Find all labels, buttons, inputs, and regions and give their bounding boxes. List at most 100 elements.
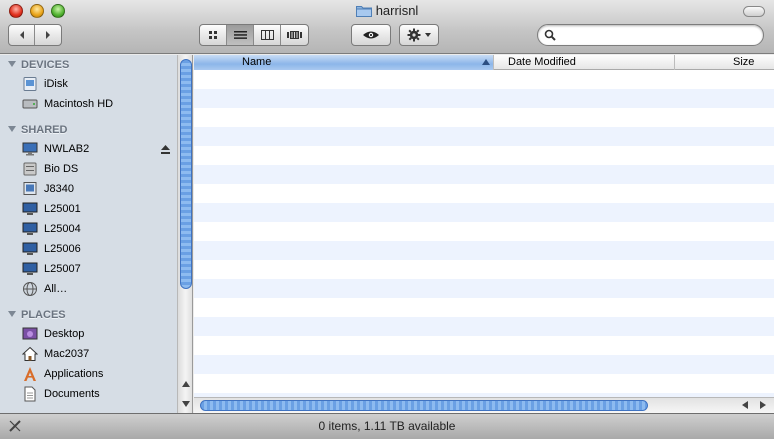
scroll-left-arrow-icon[interactable] (742, 401, 748, 409)
scroll-up-arrow-icon[interactable] (182, 381, 190, 387)
network-computer-icon (23, 182, 37, 195)
gear-icon (407, 28, 420, 42)
back-button[interactable] (9, 25, 36, 45)
column-header-size[interactable]: Size (675, 55, 774, 70)
sidebar-item-label: iDisk (44, 78, 68, 90)
coverflow-view-icon (286, 31, 302, 39)
eye-icon (363, 31, 379, 39)
sidebar-item-l25004[interactable]: L25004 (22, 219, 177, 239)
home-icon (22, 346, 38, 361)
sidebar-item-desktop[interactable]: Desktop (22, 324, 177, 344)
column-view-button[interactable] (254, 25, 281, 45)
display-icon (22, 242, 38, 255)
column-header-name[interactable]: Name (194, 55, 494, 70)
sidebar: DEVICES iDisk Macintosh HD SHARED NWLAB2… (0, 55, 193, 413)
action-menu-face[interactable] (400, 25, 438, 45)
sidebar-item-idisk[interactable]: iDisk (22, 74, 177, 94)
server-icon (23, 162, 37, 176)
sidebar-item-label: Documents (44, 388, 100, 400)
sort-ascending-icon (482, 59, 490, 65)
disclosure-triangle-icon (8, 311, 16, 317)
sidebar-item-label: L25007 (44, 263, 81, 275)
file-list-rows[interactable] (194, 70, 774, 398)
view-mode-control (199, 24, 309, 46)
display-icon (22, 202, 38, 215)
sidebar-item-label: Desktop (44, 328, 85, 340)
toolbar-toggle-button[interactable] (743, 6, 765, 17)
desktop-icon (22, 327, 38, 340)
sidebar-section-places[interactable]: PLACES (8, 309, 66, 321)
section-label: DEVICES (21, 59, 70, 71)
sidebar-item-documents[interactable]: Documents (22, 384, 177, 404)
list-view-button[interactable] (227, 25, 254, 45)
sidebar-item-macintosh-hd[interactable]: Macintosh HD (22, 94, 177, 114)
action-menu-button[interactable] (399, 24, 439, 46)
quicklook-button[interactable] (351, 24, 391, 46)
column-label: Size (733, 56, 755, 68)
sidebar-section-shared[interactable]: SHARED (8, 124, 67, 136)
coverflow-view-button[interactable] (281, 25, 308, 45)
sidebar-item-label: Bio DS (44, 163, 79, 175)
icon-view-icon (208, 31, 217, 39)
sidebar-scroll-thumb[interactable] (180, 59, 192, 289)
search-icon (544, 29, 556, 41)
documents-icon (24, 386, 36, 402)
search-field[interactable] (537, 24, 764, 46)
sidebar-item-j8340[interactable]: J8340 (22, 179, 177, 199)
sidebar-section-devices[interactable]: DEVICES (8, 59, 69, 71)
search-input[interactable] (560, 27, 755, 43)
sidebar-item-nwlab2[interactable]: NWLAB2 (22, 139, 177, 159)
chevron-down-icon (424, 33, 431, 37)
window-title-text: harrisnl (375, 3, 419, 18)
sidebar-item-l25001[interactable]: L25001 (22, 199, 177, 219)
forward-button[interactable] (35, 25, 61, 45)
sidebar-item-all[interactable]: All… (22, 279, 177, 299)
network-computer-icon (22, 142, 38, 156)
scroll-down-arrow-icon[interactable] (182, 401, 190, 407)
column-view-icon (260, 30, 274, 40)
sidebar-item-label: Applications (44, 368, 104, 380)
sidebar-item-l25007[interactable]: L25007 (22, 259, 177, 279)
eject-icon[interactable] (160, 144, 171, 155)
pencil-crossed-icon (9, 420, 21, 432)
display-icon (22, 222, 38, 235)
section-label: PLACES (21, 309, 66, 321)
sidebar-item-label: L25006 (44, 243, 81, 255)
sidebar-item-label: All… (44, 283, 68, 295)
window-title: harrisnl (0, 3, 774, 18)
idisk-icon (23, 77, 37, 91)
horizontal-scroll-thumb[interactable] (200, 400, 648, 411)
network-globe-icon (23, 282, 37, 296)
quicklook-button-face[interactable] (352, 25, 390, 45)
status-text: 0 items, 1.11 TB available (318, 419, 456, 433)
column-label: Name (242, 56, 272, 68)
disclosure-triangle-icon (8, 126, 16, 132)
sidebar-item-applications[interactable]: Applications (22, 364, 177, 384)
sidebar-item-label: Macintosh HD (44, 98, 114, 110)
icon-view-button[interactable] (200, 25, 227, 45)
disclosure-triangle-icon (8, 61, 16, 67)
horizontal-scrollbar[interactable] (194, 397, 774, 413)
column-label: Date Modified (508, 56, 576, 68)
file-list: Name Date Modified Size (194, 55, 774, 413)
column-header-date-modified[interactable]: Date Modified (494, 55, 675, 70)
finder-window: harrisnl DEVICES iDisk Macintosh HD SHAR… (0, 0, 774, 439)
back-forward-control (8, 24, 62, 46)
scroll-right-arrow-icon[interactable] (760, 401, 766, 409)
chevron-right-icon (46, 31, 50, 39)
sidebar-item-label: Mac2037 (44, 348, 90, 360)
section-label: SHARED (21, 124, 68, 136)
sidebar-item-mac2037[interactable]: Mac2037 (22, 344, 177, 364)
sidebar-item-l25006[interactable]: L25006 (22, 239, 177, 259)
applications-icon (24, 367, 36, 381)
column-header-row: Name Date Modified Size (194, 55, 774, 70)
sidebar-item-label: NWLAB2 (44, 143, 90, 155)
sidebar-item-bio-ds[interactable]: Bio DS (22, 159, 177, 179)
toolbar: harrisnl (0, 0, 774, 54)
sidebar-scrollbar[interactable] (177, 55, 192, 413)
sidebar-item-label: J8340 (44, 183, 74, 195)
status-bar: 0 items, 1.11 TB available (0, 413, 774, 439)
chevron-left-icon (19, 31, 24, 39)
folder-icon (355, 6, 372, 17)
list-view-icon (233, 31, 247, 39)
